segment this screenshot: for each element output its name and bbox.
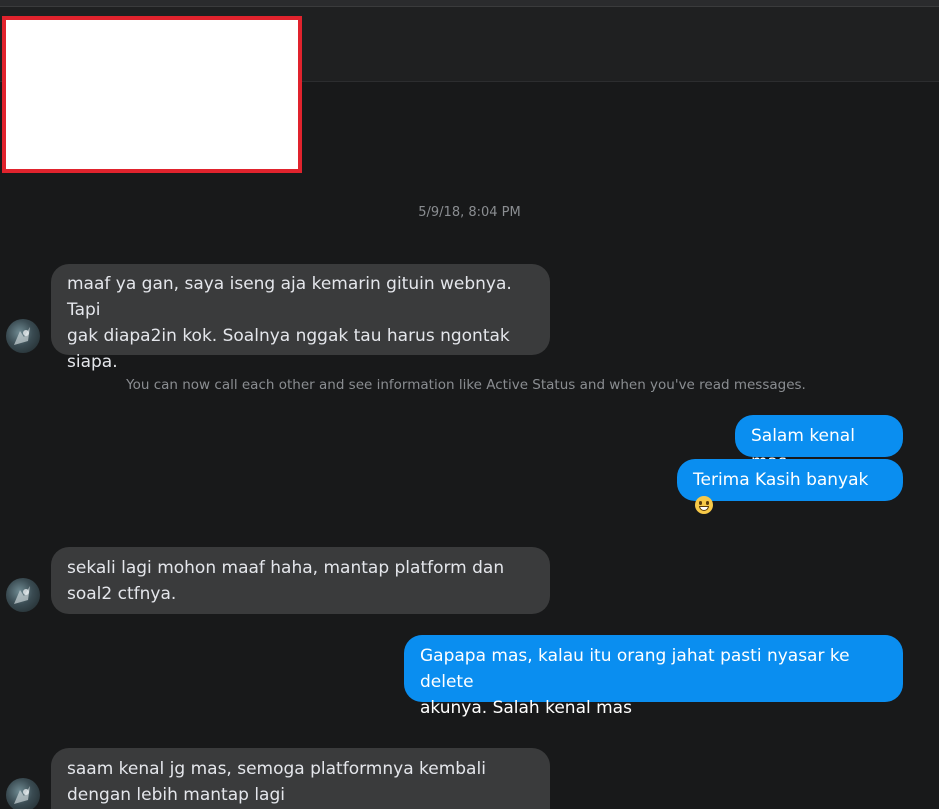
message-bubble-incoming[interactable]: saam kenal jg mas, semoga platformnya ke… bbox=[51, 748, 550, 809]
message-bubble-outgoing[interactable]: Terima Kasih banyak bbox=[677, 459, 903, 514]
message-bubble-outgoing[interactable]: Gapapa mas, kalau itu orang jahat pasti … bbox=[404, 635, 903, 718]
message-bubble-incoming[interactable]: sekali lagi mohon maaf haha, mantap plat… bbox=[51, 547, 550, 614]
redacted-contact-info bbox=[2, 16, 302, 173]
system-notice: You can now call each other and see info… bbox=[126, 377, 806, 393]
message-bubble-incoming[interactable]: maaf ya gan, saya iseng aja kemarin gitu… bbox=[51, 264, 550, 372]
contact-avatar[interactable] bbox=[6, 319, 40, 353]
contact-avatar[interactable] bbox=[6, 778, 40, 809]
grinning-face-emoji-icon bbox=[695, 496, 713, 514]
contact-avatar[interactable] bbox=[6, 578, 40, 612]
message-bubble-outgoing[interactable]: Salam kenal mas bbox=[735, 415, 903, 472]
conversation-timestamp: 5/9/18, 8:04 PM bbox=[418, 205, 521, 220]
window-top-border bbox=[0, 0, 939, 7]
message-text: Terima Kasih banyak bbox=[693, 470, 869, 490]
